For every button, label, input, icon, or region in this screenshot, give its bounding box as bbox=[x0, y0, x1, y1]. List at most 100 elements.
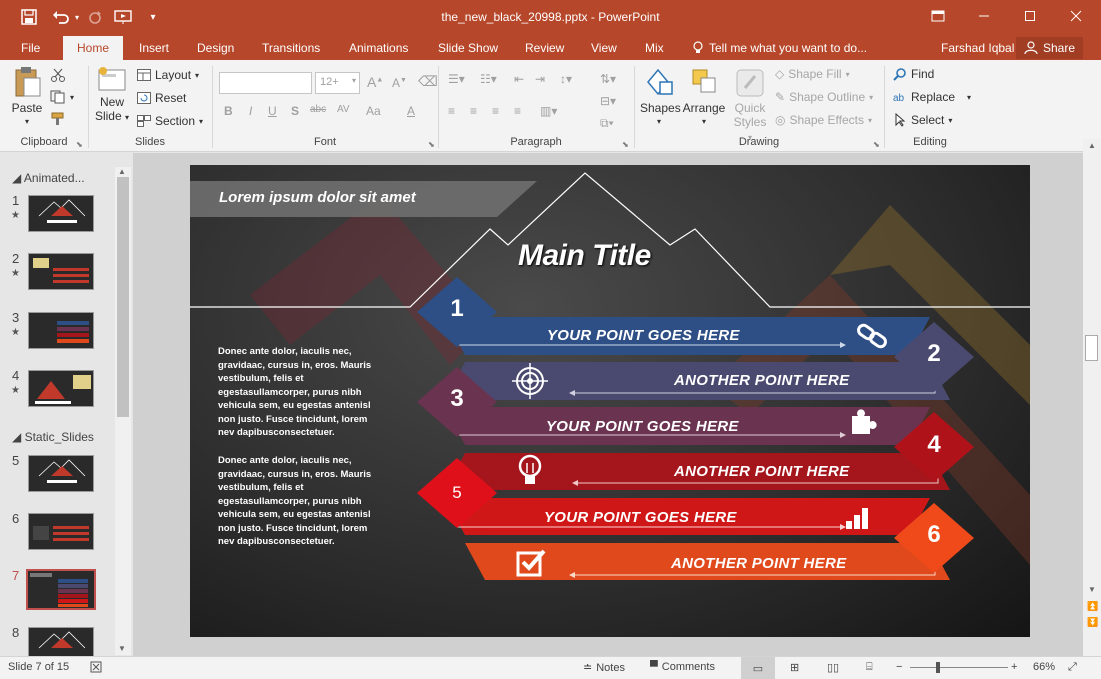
ribbon-display-options-icon[interactable] bbox=[915, 0, 961, 32]
normal-view-icon[interactable]: ▭ bbox=[741, 657, 775, 679]
select-button[interactable]: Select ▾ bbox=[893, 113, 952, 127]
smartart-icon[interactable]: ⧉▾ bbox=[600, 116, 614, 131]
font-launcher-icon[interactable]: ⬊ bbox=[428, 140, 435, 149]
increase-font-icon[interactable]: A▲ bbox=[367, 74, 383, 90]
start-from-beginning-icon[interactable] bbox=[112, 6, 134, 28]
tab-file[interactable]: File bbox=[21, 36, 40, 60]
align-left-icon[interactable]: ≡ bbox=[448, 104, 455, 118]
new-slide-button[interactable]: New Slide ▾ bbox=[94, 66, 130, 125]
replace-button[interactable]: ab Replace ▾ bbox=[893, 90, 971, 104]
format-painter-icon[interactable] bbox=[50, 112, 66, 126]
slide-vertical-scrollbar[interactable]: ▲ ▼ ⏫ ⏬ bbox=[1083, 139, 1101, 656]
fit-to-window-icon[interactable]: ⤢ bbox=[1068, 661, 1077, 674]
line-spacing-icon[interactable]: ↕▾ bbox=[560, 72, 572, 86]
slide-thumbnail-1[interactable] bbox=[28, 195, 94, 232]
scroll-up-icon[interactable]: ▲ bbox=[1088, 141, 1096, 150]
font-size-combo[interactable]: 12+ ▾ bbox=[315, 72, 360, 94]
zoom-level[interactable]: 66% bbox=[1033, 661, 1055, 673]
shapes-button[interactable]: Shapes ▾ bbox=[640, 66, 681, 129]
tab-home[interactable]: Home bbox=[63, 36, 124, 61]
slide-thumbnail-2[interactable] bbox=[28, 253, 94, 290]
columns-icon[interactable]: ▥▾ bbox=[540, 104, 557, 118]
comments-button[interactable]: ▀ Comments bbox=[650, 661, 715, 673]
align-text-icon[interactable]: ⊟▾ bbox=[600, 94, 616, 108]
tab-slide-show[interactable]: Slide Show bbox=[438, 36, 498, 60]
arrange-button[interactable]: Arrange ▾ bbox=[682, 66, 726, 129]
point-text-4[interactable]: ANOTHER POINT HERE bbox=[674, 463, 849, 480]
shape-fill-button[interactable]: ◇ Shape Fill ▾ bbox=[775, 67, 850, 81]
section-static[interactable]: ◢ Static_Slides bbox=[12, 430, 94, 444]
tab-animations[interactable]: Animations bbox=[349, 36, 408, 60]
shadow-button[interactable]: S bbox=[291, 104, 299, 118]
text-direction-icon[interactable]: ⇅▾ bbox=[600, 72, 616, 86]
undo-dropdown-icon[interactable]: ▾ bbox=[72, 6, 82, 28]
justify-icon[interactable]: ≡ bbox=[514, 104, 521, 118]
section-animated[interactable]: ◢ Animated... bbox=[12, 171, 85, 185]
slide-thumbnail-7[interactable] bbox=[24, 567, 98, 612]
quick-styles-button[interactable]: Quick Styles ▾ bbox=[730, 66, 770, 145]
save-icon[interactable] bbox=[18, 6, 40, 28]
slide-thumbnail-5[interactable] bbox=[28, 455, 94, 492]
zoom-in-icon[interactable]: + bbox=[1011, 661, 1017, 673]
point-text-2[interactable]: ANOTHER POINT HERE bbox=[674, 372, 849, 389]
minimize-icon[interactable] bbox=[961, 0, 1007, 32]
tab-review[interactable]: Review bbox=[525, 36, 564, 60]
find-button[interactable]: Find bbox=[893, 67, 934, 81]
slide-thumbnail-3[interactable] bbox=[28, 312, 94, 349]
slide-thumbnail-6[interactable] bbox=[28, 513, 94, 550]
align-right-icon[interactable]: ≡ bbox=[492, 104, 499, 118]
paste-button[interactable]: Paste ▾ bbox=[10, 66, 44, 129]
tab-mix[interactable]: Mix bbox=[645, 36, 664, 60]
character-spacing-button[interactable]: AV bbox=[337, 104, 350, 115]
customize-qat-icon[interactable]: ▾ bbox=[142, 6, 164, 28]
copy-icon[interactable]: ▾ bbox=[50, 90, 74, 104]
zoom-slider-thumb[interactable] bbox=[936, 662, 940, 673]
shape-outline-button[interactable]: ✎ Shape Outline ▾ bbox=[775, 90, 873, 104]
drawing-launcher-icon[interactable]: ⬊ bbox=[873, 140, 880, 149]
clear-formatting-icon[interactable]: ⌫ bbox=[418, 73, 438, 90]
tell-me-box[interactable]: Tell me what you want to do... bbox=[692, 36, 867, 60]
bold-button[interactable]: B bbox=[224, 104, 233, 118]
zoom-out-icon[interactable]: − bbox=[896, 661, 902, 673]
redo-icon[interactable] bbox=[84, 6, 106, 28]
bullets-icon[interactable]: ☰▾ bbox=[448, 72, 465, 86]
spell-check-icon[interactable] bbox=[90, 661, 104, 673]
scroll-down-icon[interactable]: ▼ bbox=[1088, 585, 1096, 594]
tab-transitions[interactable]: Transitions bbox=[262, 36, 320, 60]
scrollbar-thumb[interactable] bbox=[1085, 335, 1098, 361]
underline-button[interactable]: U bbox=[268, 104, 277, 118]
shape-effects-button[interactable]: ◎ Shape Effects ▾ bbox=[775, 113, 872, 127]
decrease-font-icon[interactable]: A▼ bbox=[392, 76, 407, 90]
font-color-button[interactable]: A bbox=[407, 104, 415, 118]
previous-slide-icon[interactable]: ⏫ bbox=[1087, 601, 1098, 612]
tab-insert[interactable]: Insert bbox=[139, 36, 169, 60]
user-name[interactable]: Farshad Iqbal bbox=[941, 36, 1014, 60]
reset-button[interactable]: Reset bbox=[137, 91, 186, 105]
increase-indent-icon[interactable]: ⇥ bbox=[535, 72, 545, 86]
point-text-3[interactable]: YOUR POINT GOES HERE bbox=[546, 418, 739, 435]
point-text-1[interactable]: YOUR POINT GOES HERE bbox=[547, 327, 740, 344]
slide-show-icon[interactable]: ⌸ bbox=[866, 661, 873, 674]
strikethrough-button[interactable]: abc bbox=[310, 104, 326, 115]
clipboard-launcher-icon[interactable]: ⬊ bbox=[76, 140, 83, 149]
slide-canvas[interactable]: Lorem ipsum dolor sit amet Main Title Do… bbox=[190, 165, 1030, 637]
cut-icon[interactable] bbox=[50, 68, 66, 82]
undo-icon[interactable] bbox=[50, 6, 72, 28]
next-slide-icon[interactable]: ⏬ bbox=[1087, 617, 1098, 628]
notes-button[interactable]: ≐ Notes bbox=[583, 661, 625, 675]
slide-sorter-icon[interactable]: ⊞ bbox=[790, 661, 799, 674]
tab-design[interactable]: Design bbox=[197, 36, 234, 60]
zoom-slider[interactable] bbox=[910, 667, 1008, 668]
font-name-combo[interactable] bbox=[219, 72, 312, 94]
decrease-indent-icon[interactable]: ⇤ bbox=[514, 72, 524, 86]
numbering-icon[interactable]: ☷▾ bbox=[480, 72, 497, 86]
slide-thumbnail-8[interactable] bbox=[28, 627, 94, 656]
section-button[interactable]: Section ▾ bbox=[137, 114, 203, 128]
share-button[interactable]: Share bbox=[1015, 37, 1083, 59]
paragraph-launcher-icon[interactable]: ⬊ bbox=[622, 140, 629, 149]
italic-button[interactable]: I bbox=[249, 104, 252, 118]
thumbnail-scrollbar-thumb[interactable] bbox=[117, 177, 129, 417]
slide-thumbnail-4[interactable] bbox=[28, 370, 94, 407]
tab-view[interactable]: View bbox=[591, 36, 617, 60]
layout-button[interactable]: Layout ▾ bbox=[137, 68, 199, 82]
